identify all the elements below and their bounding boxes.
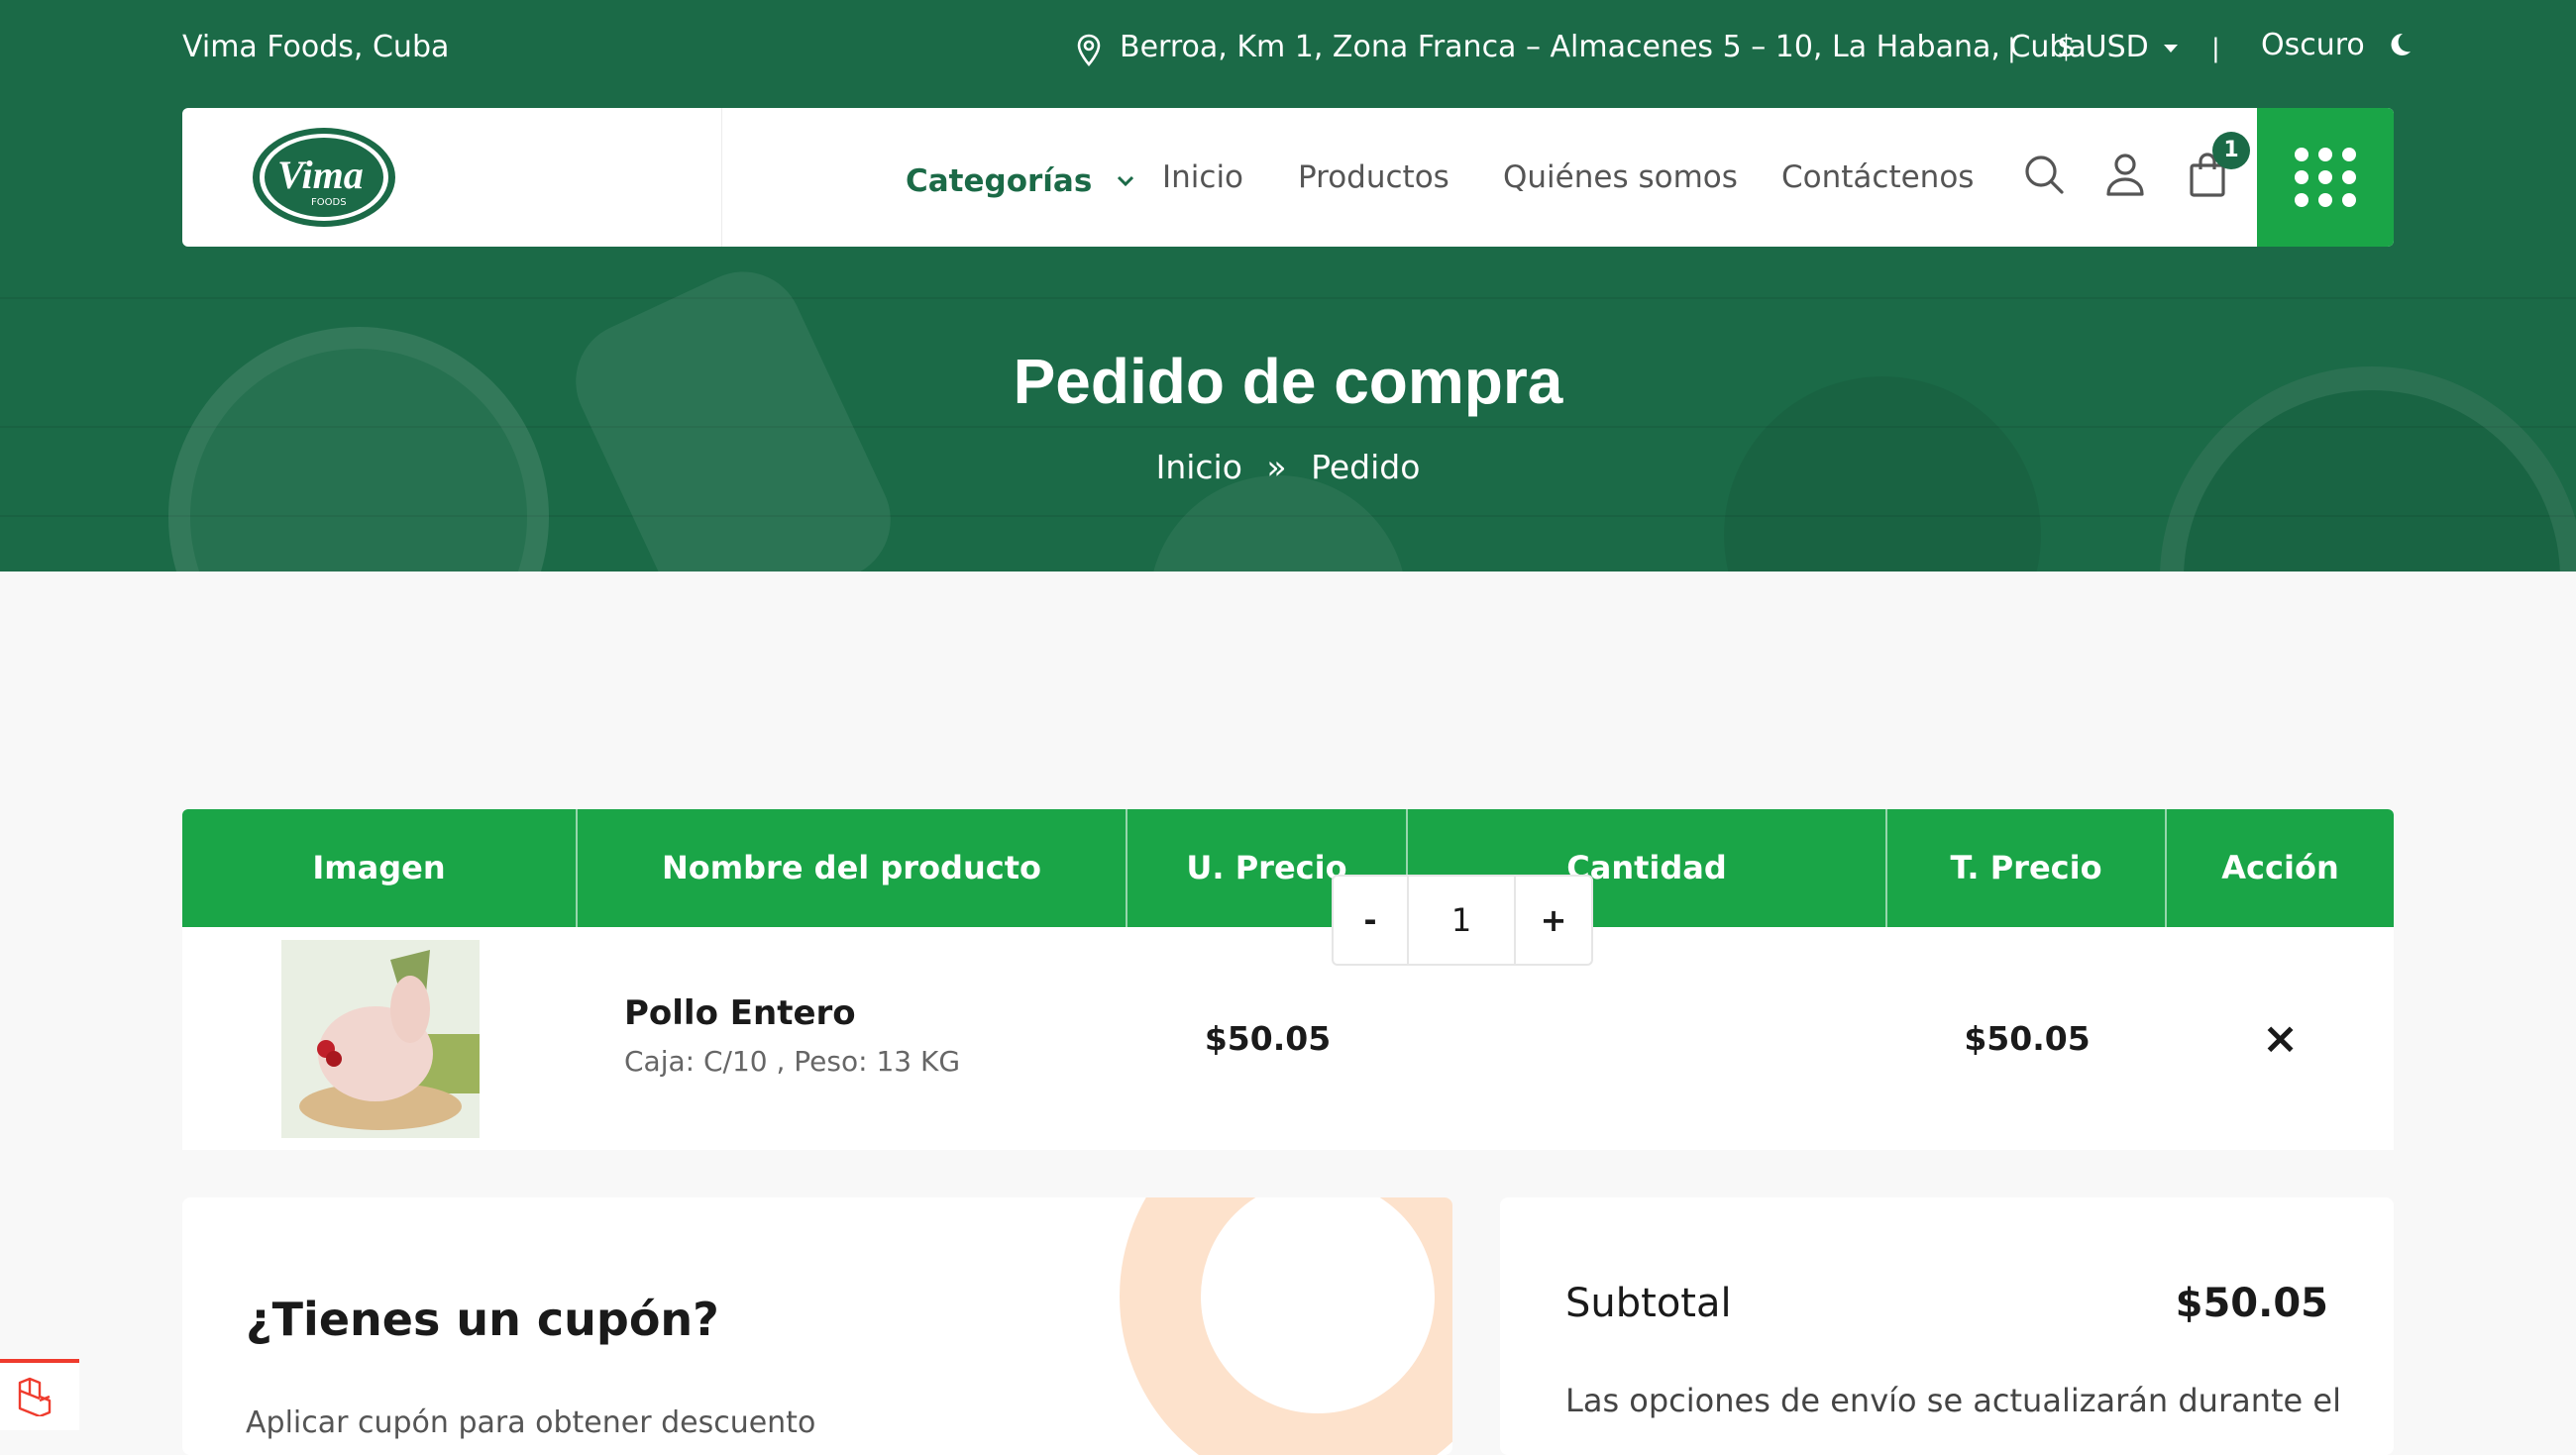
location-pin-icon [1076,34,1102,71]
chicken-image-icon [280,939,480,1138]
unit-price: $50.05 [1204,1019,1332,1058]
chevron-down-icon [1117,159,1134,195]
cart-table-header: Imagen Nombre del producto U. Precio Can… [182,809,2394,927]
table-row: Pollo Entero Caja: C/10 , Peso: 13 KG $5… [182,927,2394,1150]
quantity-stepper: - 1 + [1332,875,1593,966]
search-icon[interactable] [2021,152,2067,201]
logo-wordmark: Vima [277,153,364,197]
apps-menu-button[interactable] [2257,108,2394,247]
total-price: $50.05 [1964,1019,2091,1058]
debugbar-toggle[interactable] [0,1359,79,1430]
coupon-subtitle: Aplicar cupón para obtener descuento [246,1405,816,1440]
nav-categories[interactable]: Categorías [906,159,1134,199]
coupon-card: ¿Tienes un cupón? Aplicar cupón para obt… [182,1197,1452,1455]
page-title: Pedido de compra [1013,346,1563,417]
quantity-increment-button[interactable]: + [1514,875,1593,966]
action-cell: × [2167,927,2394,1150]
decor-lemon [1149,475,1407,572]
topbar-separator: | [2211,34,2220,63]
currency-label: $ USD [2057,30,2149,64]
breadcrumb: Inicio » Pedido [0,448,2576,486]
product-name[interactable]: Pollo Entero [624,993,856,1033]
breadcrumb-current: Pedido [1311,448,1421,486]
topbar-separator: | [2007,34,2016,63]
store-address: Berroa, Km 1, Zona Franca – Almacenes 5 … [1120,30,2087,64]
theme-toggle[interactable]: Oscuro [2261,28,2412,65]
product-name-cell: Pollo Entero Caja: C/10 , Peso: 13 KG [578,927,1127,1150]
cart-count-badge: 1 [2212,132,2250,169]
currency-selector[interactable]: $ USD [2057,30,2179,64]
header-nombre: Nombre del producto [578,809,1127,927]
quantity-input[interactable]: 1 [1409,875,1514,966]
nav-quienes-somos[interactable]: Quiénes somos [1503,159,1738,195]
header-accion: Acción [2221,849,2339,886]
cart-table: Imagen Nombre del producto U. Precio Can… [182,809,2394,1150]
header-imagen: Imagen [182,809,578,927]
product-image-cell [182,927,578,1150]
nav-contactenos[interactable]: Contáctenos [1781,159,1974,195]
subtotal-label: Subtotal [1565,1281,1732,1326]
product-details: Caja: C/10 , Peso: 13 KG [624,1045,961,1078]
product-image[interactable] [280,939,480,1138]
nav-inicio[interactable]: Inicio [1162,159,1243,195]
quantity-decrement-button[interactable]: - [1332,875,1409,966]
order-totals-card: Subtotal $50.05 Las opciones de envío se… [1500,1197,2394,1455]
site-logo[interactable]: Vima FOODS [250,124,398,231]
top-info-bar: Vima Foods, Cuba Berroa, Km 1, Zona Fran… [0,0,2576,99]
shipping-note: Las opciones de envío se actualizarán du… [1565,1382,2341,1419]
laravel-logo-icon [16,1377,59,1420]
nav-productos[interactable]: Productos [1298,159,1449,195]
breadcrumb-separator-icon: » [1266,448,1287,486]
decor-ring [1120,1197,1452,1455]
user-icon[interactable] [2104,152,2146,201]
remove-item-button[interactable]: × [2262,1013,2299,1064]
main-navigation: Vima FOODS Categorías Inicio Productos Q… [182,108,2394,247]
caret-down-icon [2164,44,2179,52]
moon-icon [2388,31,2412,65]
nav-categories-label: Categorías [906,163,1093,199]
hero-banner: Vima Foods, Cuba Berroa, Km 1, Zona Fran… [0,0,2576,572]
subtotal-value: $50.05 [2175,1281,2328,1326]
coupon-title: ¿Tienes un cupón? [246,1293,719,1346]
header-t-precio: T. Precio [1887,809,2167,927]
company-name: Vima Foods, Cuba [182,30,450,64]
total-price-cell: $50.05 [1887,927,2167,1150]
logo-area: Vima FOODS [182,108,722,247]
logo-subtext: FOODS [311,197,347,208]
breadcrumb-home-link[interactable]: Inicio [1156,448,1242,486]
theme-toggle-label: Oscuro [2261,28,2365,62]
grid-dots-icon [2295,148,2356,207]
